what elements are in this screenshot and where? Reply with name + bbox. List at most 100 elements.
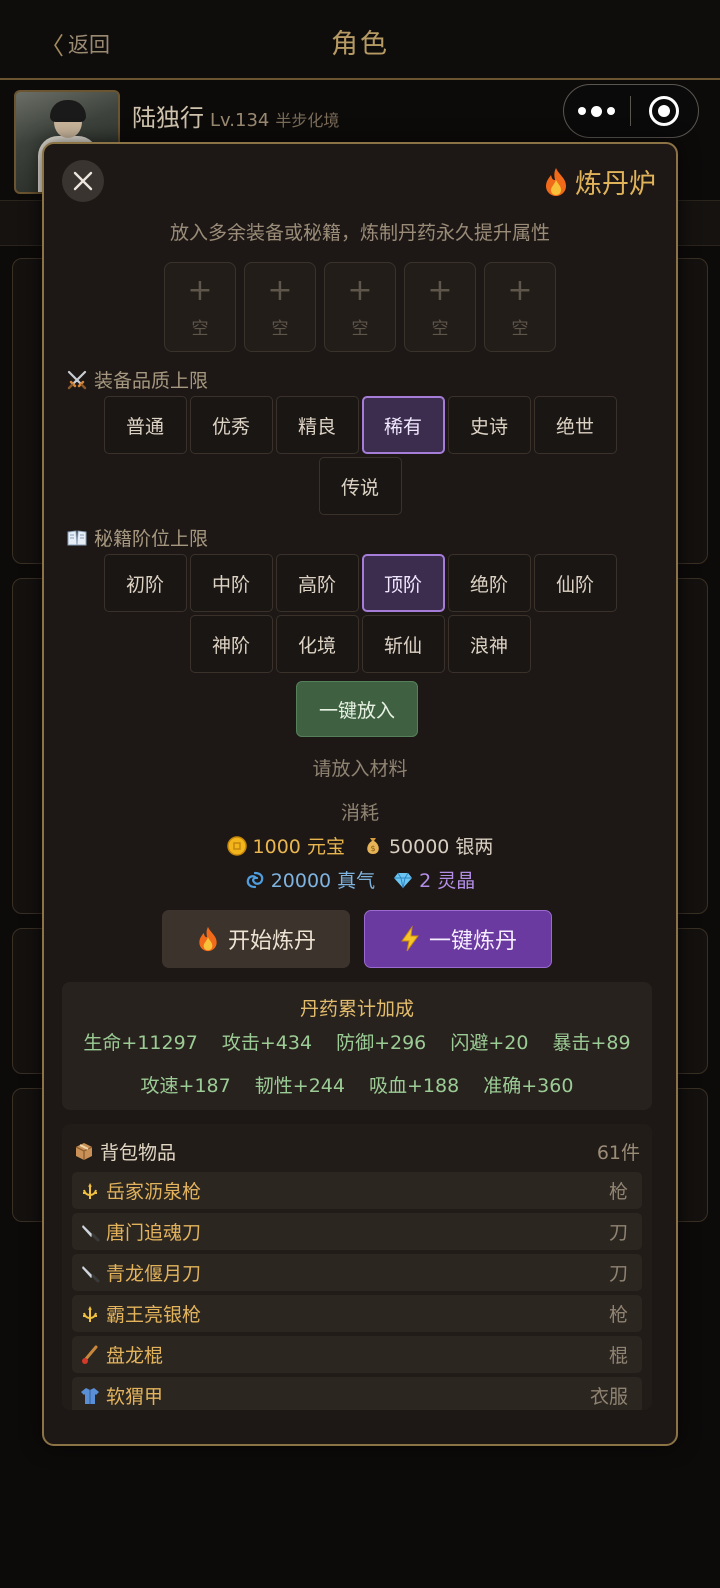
plus-icon: + (427, 272, 453, 308)
crossed-swords-icon (67, 370, 87, 389)
quality-option-rare[interactable]: 稀有 (361, 396, 445, 454)
cost-qi-text: 20000 真气 (270, 870, 376, 892)
backpack-item[interactable]: 软猬甲 衣服 (72, 1377, 642, 1410)
open-book-icon (67, 529, 87, 545)
modal-title-text: 炼丹炉 (575, 169, 656, 200)
hero-name-line: 陆独行 Lv.134 半步化境 (132, 98, 339, 133)
knife-icon (82, 1265, 100, 1282)
knife-icon (82, 1224, 100, 1241)
package-icon (75, 1143, 93, 1160)
bonus-stat: 攻击+434 (221, 1032, 313, 1054)
quality-options: 普通 优秀 精良 稀有 史诗 绝世 传说 (44, 396, 676, 515)
item-name: 软猬甲 (106, 1386, 164, 1408)
quality-section-text: 装备品质上限 (94, 370, 209, 392)
slot-label: 空 (431, 318, 449, 339)
bonus-line-1: 生命+11297 攻击+434 防御+296 闪避+20 暴击+89 (62, 1028, 652, 1055)
close-icon (73, 171, 93, 191)
cost-crystal: 2 灵晶 (393, 866, 475, 893)
backpack-item[interactable]: 霸王亮银枪 枪 (72, 1295, 642, 1332)
manual-option-10[interactable]: 浪神 (447, 615, 531, 673)
backpack-header: 背包物品 61件 (74, 1136, 640, 1166)
flame-icon (546, 167, 566, 196)
manual-option-2[interactable]: 中阶 (189, 554, 273, 612)
cost-row-2: 20000 真气 2 灵晶 (44, 866, 676, 893)
quality-option-common[interactable]: 普通 (103, 396, 187, 454)
svg-text:$: $ (370, 844, 375, 853)
staff-icon (82, 1345, 98, 1364)
quality-option-superior[interactable]: 精良 (275, 396, 359, 454)
quality-option-peerless[interactable]: 绝世 (533, 396, 617, 454)
slot-label: 空 (271, 318, 289, 339)
bonus-stat: 生命+11297 (83, 1032, 198, 1054)
alchemy-furnace-modal: 炼丹炉 放入多余装备或秘籍，炼制丹药永久提升属性 + 空 + 空 + 空 + 空 + 空 … (42, 142, 678, 1446)
item-kind: 枪 (608, 1304, 628, 1326)
close-miniprogram-icon[interactable] (631, 96, 699, 126)
top-bar: 〈 返回 角色 (0, 0, 720, 80)
cost-yuanbao: 1000 元宝 (226, 832, 345, 859)
auto-put-button[interactable]: 一键放入 (296, 681, 418, 737)
cost-qi: 20000 真气 (245, 866, 375, 893)
item-name: 岳家沥泉枪 (106, 1181, 202, 1203)
armor-icon (81, 1387, 99, 1404)
close-button[interactable] (62, 160, 104, 202)
manual-option-7[interactable]: 神阶 (189, 615, 273, 673)
quality-option-fine[interactable]: 优秀 (189, 396, 273, 454)
manual-option-8[interactable]: 化境 (275, 615, 359, 673)
slot-label: 空 (511, 318, 529, 339)
material-slot[interactable]: + 空 (164, 262, 236, 352)
material-slot[interactable]: + 空 (244, 262, 316, 352)
manual-option-4[interactable]: 顶阶 (361, 554, 445, 612)
start-alchemy-label: 开始炼丹 (227, 929, 316, 954)
plus-icon: + (347, 272, 373, 308)
bonus-stat: 攻速+187 (140, 1075, 231, 1097)
modal-title: 炼丹炉 (543, 162, 656, 201)
material-slot[interactable]: + 空 (484, 262, 556, 352)
slot-label: 空 (191, 318, 209, 339)
bonus-stat: 吸血+188 (369, 1075, 460, 1097)
backpack-title-text: 背包物品 (100, 1141, 177, 1164)
start-alchemy-button[interactable]: 开始炼丹 (162, 910, 350, 968)
material-slot[interactable]: + 空 (404, 262, 476, 352)
cost-crystal-text: 2 灵晶 (419, 870, 476, 892)
cost-silver-text: 50000 银两 (388, 836, 494, 858)
cyclone-icon (246, 871, 263, 888)
bonus-stat: 准确+360 (483, 1075, 574, 1097)
page-title: 角色 (331, 29, 389, 60)
item-name: 霸王亮银枪 (106, 1304, 202, 1326)
plus-icon: + (267, 272, 293, 308)
item-kind: 枪 (608, 1181, 628, 1203)
backpack-item[interactable]: 岳家沥泉枪 枪 (72, 1172, 642, 1209)
backpack-item[interactable]: 青龙偃月刀 刀 (72, 1254, 642, 1291)
backpack-item[interactable]: 盘龙棍 棍 (72, 1336, 642, 1373)
cost-yuanbao-text: 1000 元宝 (252, 836, 345, 858)
backpack-title: 背包物品 (74, 1138, 176, 1165)
manual-option-6[interactable]: 仙阶 (533, 554, 617, 612)
cost-row-1: 1000 元宝 $ 50000 银两 (44, 832, 676, 859)
manual-option-9[interactable]: 斩仙 (361, 615, 445, 673)
quality-section-label: 装备品质上限 (66, 366, 208, 393)
hero-realm: 半步化境 (275, 111, 340, 130)
manual-option-3[interactable]: 高阶 (275, 554, 359, 612)
plus-icon: + (187, 272, 213, 308)
backpack-item[interactable]: 唐门追魂刀 刀 (72, 1213, 642, 1250)
hero-name: 陆独行 (132, 104, 204, 132)
backpack-panel: 背包物品 61件 岳家沥泉枪 枪 唐门追魂刀 刀 青龙偃月刀 刀 霸王亮银枪 枪… (62, 1124, 652, 1410)
manual-option-5[interactable]: 绝阶 (447, 554, 531, 612)
spear-icon (83, 1182, 97, 1199)
quality-option-epic[interactable]: 史诗 (447, 396, 531, 454)
manual-section-text: 秘籍阶位上限 (94, 528, 209, 550)
quality-option-legend[interactable]: 传说 (318, 457, 402, 515)
lightning-icon (401, 926, 419, 952)
quick-alchemy-button[interactable]: 一键炼丹 (364, 910, 552, 968)
more-icon[interactable] (564, 105, 630, 117)
item-kind: 刀 (608, 1222, 628, 1244)
item-name: 盘龙棍 (106, 1345, 164, 1367)
bonus-stat: 暴击+89 (552, 1032, 631, 1054)
cost-silver: $ 50000 银两 (363, 832, 493, 859)
bonus-title: 丹药累计加成 (299, 998, 414, 1020)
money-bag-icon: $ (367, 837, 379, 854)
material-slot[interactable]: + 空 (324, 262, 396, 352)
backpack-list: 岳家沥泉枪 枪 唐门追魂刀 刀 青龙偃月刀 刀 霸王亮银枪 枪 盘龙棍 棍 软猬… (72, 1172, 642, 1410)
manual-option-1[interactable]: 初阶 (103, 554, 187, 612)
cost-label: 消耗 (340, 802, 379, 824)
